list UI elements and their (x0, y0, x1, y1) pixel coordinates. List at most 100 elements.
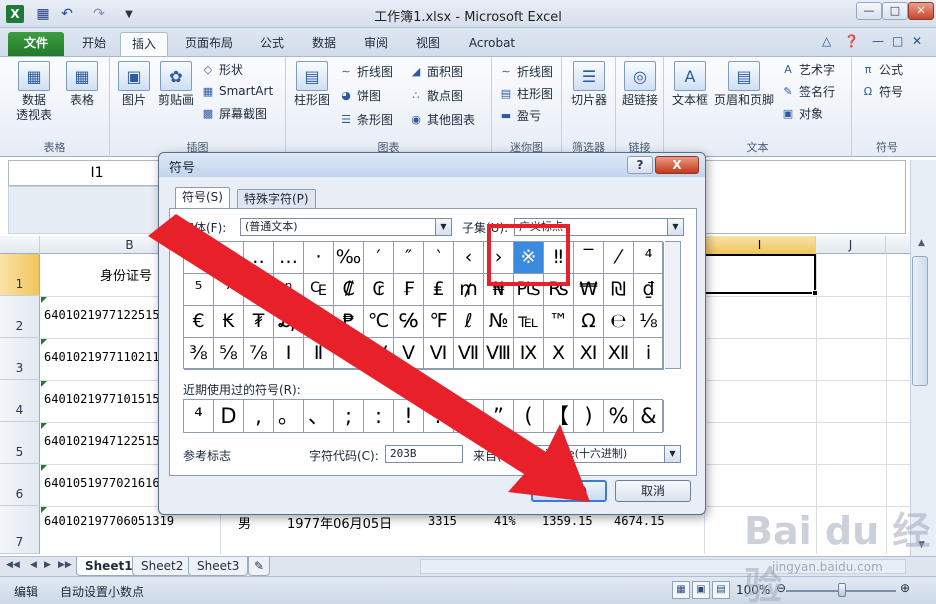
symbol-cell[interactable]: ⅜ (184, 338, 214, 370)
column-header-i[interactable]: I (704, 236, 816, 254)
cell-b1[interactable]: 身份证号 (100, 265, 152, 284)
symbol-cell[interactable]: ₫ (634, 274, 664, 306)
tab-data[interactable]: 数据 (302, 32, 346, 56)
symbol-cell[interactable]: ℓ (454, 306, 484, 338)
symbol-cell[interactable]: Ⅵ (424, 338, 454, 370)
ribbon-close-icon[interactable]: ✕ (912, 34, 922, 48)
symbol-cell[interactable]: … (274, 242, 304, 274)
cell-e7[interactable]: 3315 (428, 514, 457, 528)
symbol-cell[interactable]: ⅛ (634, 306, 664, 338)
cell-f7[interactable]: 41% (494, 514, 516, 528)
from-dropdown-icon[interactable]: ▼ (664, 446, 680, 462)
sheet-first-icon[interactable]: ◀◀ (6, 560, 20, 570)
symbol-cell[interactable]: ⅞ (244, 338, 274, 370)
symbol-cell[interactable]: ″ (394, 242, 424, 274)
recent-symbol-cell[interactable]: ” (484, 400, 514, 432)
vertical-scroll-thumb[interactable] (912, 256, 928, 386)
symbol-cell[interactable]: Ⅱ (304, 338, 334, 370)
symbol-cell[interactable]: ℃ (364, 306, 394, 338)
symbol-cell[interactable]: ₯ (274, 306, 304, 338)
symbol-cell[interactable]: Ⅴ (394, 338, 424, 370)
char-code-input[interactable]: 203B (385, 445, 463, 463)
textbox-button[interactable]: A 文本框 (668, 61, 712, 108)
signature-button[interactable]: ✎ 签名行 (780, 83, 835, 100)
recent-symbol-cell[interactable]: % (604, 400, 634, 432)
symbol-grid[interactable]: • · ‥… · ‰ ′ ″ ‵ ‹ › ※ ‼ ‾ ⁄ ⁴ ⁵ ⁷ ⁸ ⁿ ₠ ₡ ₢ ₣ ₤ ₥ ₦ ₧ ₨ ₩ ₪ ₫ € ₭ ₮ ₯ ₰ ₱ ℃ ℅… (183, 241, 664, 370)
recent-symbol-cell[interactable]: : (364, 400, 394, 432)
symbol-cell[interactable]: ₠ (304, 274, 334, 306)
sheet-last-icon[interactable]: ▶▶ (58, 560, 72, 570)
symbol-cell[interactable]: ℉ (424, 306, 454, 338)
normal-view-icon[interactable]: ▦ (672, 581, 690, 599)
row-header-5[interactable]: 5 (0, 422, 40, 464)
sheet-tab-3[interactable]: Sheet3 (188, 557, 249, 576)
symbol-cell[interactable]: Ⅷ (484, 338, 514, 370)
recent-symbol-cell[interactable]: , (244, 400, 274, 432)
font-select[interactable]: (普通文本) ▼ (240, 218, 452, 236)
ribbon-collapse-icon[interactable]: △ (822, 34, 831, 48)
symbol-cell[interactable]: ₡ (334, 274, 364, 306)
cancel-button[interactable]: 取消 (615, 480, 691, 502)
recent-symbol-cell[interactable]: ! (394, 400, 424, 432)
recent-symbol-cell[interactable]: D (214, 400, 244, 432)
cell-g7[interactable]: 1359.15 (542, 514, 593, 528)
symbol-cell[interactable]: · (214, 242, 244, 274)
symbol-cell[interactable]: ₱ (334, 306, 364, 338)
symbol-cell[interactable]: ₪ (604, 274, 634, 306)
cell-d7[interactable]: 1977年06月05日 (287, 513, 392, 532)
symbol-cell[interactable]: Ⅻ (604, 338, 634, 370)
recent-symbol-cell[interactable]: 、 (304, 400, 334, 432)
column-chart-button[interactable]: ▤ 柱形图 (290, 61, 334, 108)
symbol-cell[interactable]: ₣ (394, 274, 424, 306)
symbol-cell[interactable]: ₤ (424, 274, 454, 306)
symbol-cell[interactable]: ⁷ (214, 274, 244, 306)
recent-symbol-cell[interactable]: ( (514, 400, 544, 432)
line-chart-button[interactable]: ∼ 折线图 (338, 63, 393, 80)
wordart-button[interactable]: A 艺术字 (780, 61, 835, 78)
symbol-cell[interactable]: ₢ (364, 274, 394, 306)
sheet-prev-icon[interactable]: ◀ (30, 560, 37, 570)
row-header-6[interactable]: 6 (0, 464, 40, 506)
symbol-cell[interactable]: ⅝ (214, 338, 244, 370)
symbol-cell[interactable]: ⅰ (634, 338, 664, 370)
recent-symbol-cell[interactable]: & (634, 400, 664, 432)
dialog-close-button[interactable]: X (655, 156, 699, 174)
symbol-cell[interactable]: Ⅺ (574, 338, 604, 370)
other-chart-button[interactable]: ◉ 其他图表 (408, 111, 475, 128)
symbol-cell[interactable]: Ω (574, 306, 604, 338)
row-header-4[interactable]: 4 (0, 380, 40, 422)
hyperlink-button[interactable]: ◎ 超链接 (618, 61, 662, 108)
area-chart-button[interactable]: ◢ 面积图 (408, 63, 463, 80)
smartart-button[interactable]: ▦ SmartArt (200, 83, 273, 99)
symbol-cell[interactable]: ⁿ (274, 274, 304, 306)
symbol-cell[interactable]: • (184, 242, 214, 274)
recent-symbol-cell[interactable]: ) (574, 400, 604, 432)
cell-b5[interactable]: 6401021947122515 (44, 434, 160, 448)
header-footer-button[interactable]: ▤ 页眉和页脚 (710, 61, 778, 108)
recent-symbol-cell[interactable]: ? (424, 400, 454, 432)
ribbon-min-icon[interactable]: — (872, 34, 884, 48)
dialog-help-button[interactable]: ? (627, 156, 653, 174)
symbol-grid-scrollbar[interactable] (665, 241, 681, 369)
table-button[interactable]: ▦ 表格 (60, 61, 104, 108)
recent-symbol-cell[interactable]: ⁴ (184, 400, 214, 432)
symbol-cell[interactable]: ‾ (574, 242, 604, 274)
symbol-cell[interactable]: ₭ (214, 306, 244, 338)
cell-b7[interactable]: 640102197706051319 (44, 514, 174, 528)
symbol-cell[interactable]: · (304, 242, 334, 274)
picture-button[interactable]: ▣ 图片 (114, 61, 154, 108)
help-icon[interactable]: ❓ (844, 34, 859, 48)
tab-insert[interactable]: 插入 (120, 32, 168, 56)
symbol-cell[interactable]: ₮ (244, 306, 274, 338)
symbol-cell[interactable]: ₩ (574, 274, 604, 306)
symbol-cell[interactable]: ₥ (454, 274, 484, 306)
symbol-cell[interactable]: Ⅲ (334, 338, 364, 370)
insert-sheet-icon[interactable]: ✎ (248, 557, 271, 576)
symbol-button[interactable]: Ω 符号 (860, 83, 903, 100)
tab-symbols[interactable]: 符号(S) (175, 187, 230, 209)
symbol-cell[interactable]: ₰ (304, 306, 334, 338)
maximize-button[interactable]: □ (882, 2, 908, 20)
symbol-cell[interactable]: ⁸ (244, 274, 274, 306)
fill-handle[interactable] (812, 290, 818, 296)
symbol-cell[interactable]: ′ (364, 242, 394, 274)
